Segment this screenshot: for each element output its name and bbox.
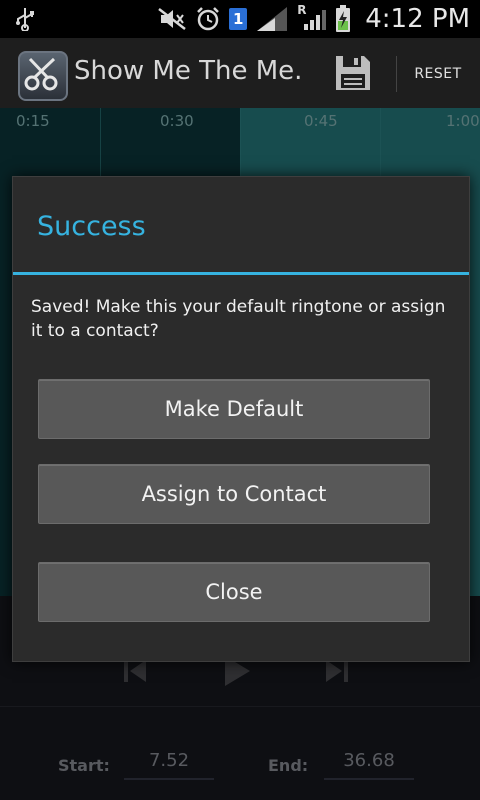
battery-charging-icon <box>336 5 351 32</box>
app-title: Show Me The Me... <box>74 56 304 86</box>
alarm-icon <box>197 7 220 31</box>
roaming-signal-icon: R <box>297 3 327 33</box>
app-icon[interactable] <box>18 51 68 101</box>
dialog-message: Saved! Make this your default ringtone o… <box>31 297 446 341</box>
dialog-title: Success <box>37 211 146 242</box>
signal-icon <box>257 7 288 31</box>
mute-icon <box>158 8 186 30</box>
status-bar: 1 R 4:12 PM <box>0 0 480 38</box>
reset-button[interactable]: RESET <box>402 56 474 92</box>
close-button[interactable]: Close <box>38 562 430 622</box>
scissors-icon <box>24 57 58 91</box>
make-default-button[interactable]: Make Default <box>38 379 430 439</box>
dialog-title-divider <box>13 272 469 275</box>
assign-to-contact-button[interactable]: Assign to Contact <box>38 464 430 524</box>
success-dialog: Success Saved! Make this your default ri… <box>12 176 470 662</box>
save-icon[interactable] <box>334 54 372 92</box>
action-bar: Show Me The Me... RESET <box>0 38 480 110</box>
sim-icon: 1 <box>229 8 248 30</box>
status-icons: 1 R 4:12 PM <box>157 0 470 38</box>
status-time: 4:12 PM <box>365 4 470 34</box>
usb-icon <box>16 8 34 31</box>
action-bar-divider <box>396 56 397 92</box>
